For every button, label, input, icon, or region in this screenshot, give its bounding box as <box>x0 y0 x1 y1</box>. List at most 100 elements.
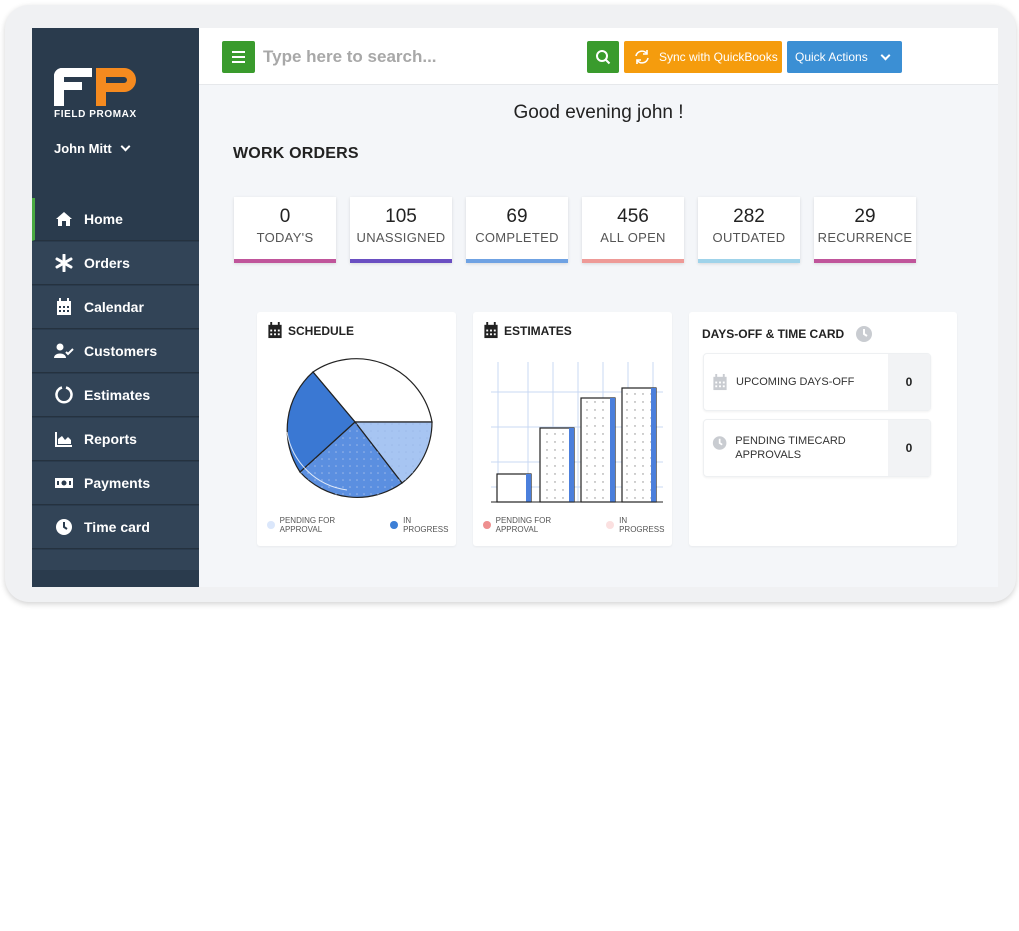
clock-icon <box>54 517 74 537</box>
legend-label: IN PROGRESS <box>403 516 449 534</box>
sidebar: FIELD PROMAX John Mitt Home Orders Calen… <box>32 28 199 587</box>
stat-color-bar <box>350 259 452 263</box>
search-icon <box>596 50 611 65</box>
calendar-icon <box>268 322 282 339</box>
stat-label: OUTDATED <box>712 230 786 245</box>
logo-mark <box>54 66 144 106</box>
row-label: PENDING TIMECARD APPROVALS <box>735 435 846 461</box>
sidebar-item-customers[interactable]: Customers <box>32 330 199 373</box>
stat-value: 0 <box>279 206 291 227</box>
stat-outdated[interactable]: 282 OUTDATED <box>698 197 800 263</box>
calendar-icon <box>484 322 498 339</box>
sync-quickbooks-button[interactable]: Sync with QuickBooks <box>624 41 782 73</box>
stat-value: 456 <box>617 206 649 227</box>
sync-icon <box>635 50 649 64</box>
sidebar-spacer <box>32 550 199 570</box>
clock-icon <box>712 436 727 450</box>
stat-label: TODAY'S <box>256 230 314 245</box>
legend-label: IN PROGRESS <box>619 516 665 534</box>
sidebar-item-label: Time card <box>84 519 150 535</box>
stat-all-open[interactable]: 456 ALL OPEN <box>582 197 684 263</box>
work-order-stats: 0 TODAY'S 105 UNASSIGNED 69 COMPLETED 45… <box>234 197 916 263</box>
row-value: 0 <box>888 354 930 410</box>
stat-completed[interactable]: 69 COMPLETED <box>466 197 568 263</box>
pending-timecard-row[interactable]: PENDING TIMECARD APPROVALS 0 <box>703 419 931 477</box>
estimates-card: ESTIMATES PENDING FOR APPROVAL IN PROGRE… <box>473 312 672 546</box>
stat-label: UNASSIGNED <box>356 230 446 245</box>
schedule-card: SCHEDULE PENDING FOR APPROVAL IN PROGRES… <box>257 312 456 546</box>
estimates-bar-chart <box>491 362 663 503</box>
stat-color-bar <box>582 259 684 263</box>
top-bar: Sync with QuickBooks Quick Actions <box>199 28 998 85</box>
sidebar-item-label: Calendar <box>84 299 144 315</box>
sidebar-item-label: Orders <box>84 255 130 271</box>
money-bill-icon <box>54 473 74 493</box>
sidebar-item-calendar[interactable]: Calendar <box>32 286 199 329</box>
chevron-down-icon <box>880 50 891 60</box>
schedule-title-text: SCHEDULE <box>288 323 355 338</box>
stat-color-bar <box>814 259 916 263</box>
calendar-icon <box>54 297 74 317</box>
sidebar-nav: Home Orders Calendar Customers Estimates… <box>32 198 199 570</box>
stat-value: 69 <box>506 206 528 227</box>
estimates-legend: PENDING FOR APPROVAL IN PROGRESS <box>483 516 672 534</box>
search-input[interactable] <box>263 43 573 71</box>
sidebar-item-payments[interactable]: Payments <box>32 462 199 505</box>
schedule-legend: PENDING FOR APPROVAL IN PROGRESS <box>267 516 456 534</box>
estimates-title-text: ESTIMATES <box>504 323 572 338</box>
user-menu[interactable]: John Mitt <box>54 141 131 156</box>
stat-value: 282 <box>733 206 765 227</box>
stat-color-bar <box>698 259 800 263</box>
legend-dot <box>606 521 615 529</box>
stat-value: 29 <box>854 206 876 227</box>
circle-notch-icon <box>54 385 74 405</box>
sidebar-item-reports[interactable]: Reports <box>32 418 199 461</box>
stat-unassigned[interactable]: 105 UNASSIGNED <box>350 197 452 263</box>
user-check-icon <box>54 341 74 361</box>
menu-toggle-button[interactable] <box>222 41 255 73</box>
sidebar-item-label: Home <box>84 211 123 227</box>
logo[interactable]: FIELD PROMAX <box>54 66 144 120</box>
stat-label: ALL OPEN <box>600 230 666 245</box>
sidebar-item-estimates[interactable]: Estimates <box>32 374 199 417</box>
daysoff-card: DAYS-OFF & TIME CARD UPCOMING DAYS-OFF 0… <box>689 312 957 546</box>
sidebar-item-label: Payments <box>84 475 151 491</box>
row-label: UPCOMING DAYS-OFF <box>736 376 855 388</box>
sidebar-item-orders[interactable]: Orders <box>32 242 199 285</box>
sidebar-item-label: Reports <box>84 431 137 447</box>
upcoming-daysoff-row[interactable]: UPCOMING DAYS-OFF 0 <box>703 353 931 411</box>
sidebar-item-home[interactable]: Home <box>32 198 199 241</box>
legend-dot <box>390 521 399 529</box>
daysoff-title: DAYS-OFF & TIME CARD <box>702 325 873 343</box>
quick-actions-label: Quick Actions <box>795 50 868 64</box>
legend-label: PENDING FOR APPROVAL <box>495 516 552 534</box>
stat-todays[interactable]: 0 TODAY'S <box>234 197 336 263</box>
quick-actions-button[interactable]: Quick Actions <box>787 41 902 73</box>
bar-2 <box>539 427 575 503</box>
legend-dot <box>483 521 491 529</box>
stat-color-bar <box>466 259 568 263</box>
stat-recurrence[interactable]: 29 RECURRENCE <box>814 197 916 263</box>
bar-3 <box>580 397 616 503</box>
sidebar-item-label: Customers <box>84 343 158 359</box>
chevron-down-icon <box>120 141 131 152</box>
stat-label: COMPLETED <box>475 230 559 245</box>
legend-label: PENDING FOR APPROVAL <box>279 516 336 534</box>
bar-4 <box>621 387 657 503</box>
sync-label: Sync with QuickBooks <box>659 50 778 64</box>
asterisk-icon <box>54 253 74 273</box>
bar-1 <box>496 473 532 503</box>
user-name: John Mitt <box>54 141 112 156</box>
stat-label: RECURRENCE <box>817 230 913 245</box>
schedule-pie-chart <box>286 358 433 498</box>
stat-color-bar <box>234 259 336 263</box>
work-orders-title: WORK ORDERS <box>233 145 359 162</box>
schedule-title: SCHEDULE <box>267 322 354 339</box>
search-button[interactable] <box>587 41 619 73</box>
calendar-icon <box>713 373 727 390</box>
sidebar-item-label: Estimates <box>84 387 151 403</box>
sidebar-item-time-card[interactable]: Time card <box>32 506 199 549</box>
row-value: 0 <box>888 420 930 476</box>
estimates-title: ESTIMATES <box>483 322 572 339</box>
greeting: Good evening john ! <box>513 102 684 123</box>
